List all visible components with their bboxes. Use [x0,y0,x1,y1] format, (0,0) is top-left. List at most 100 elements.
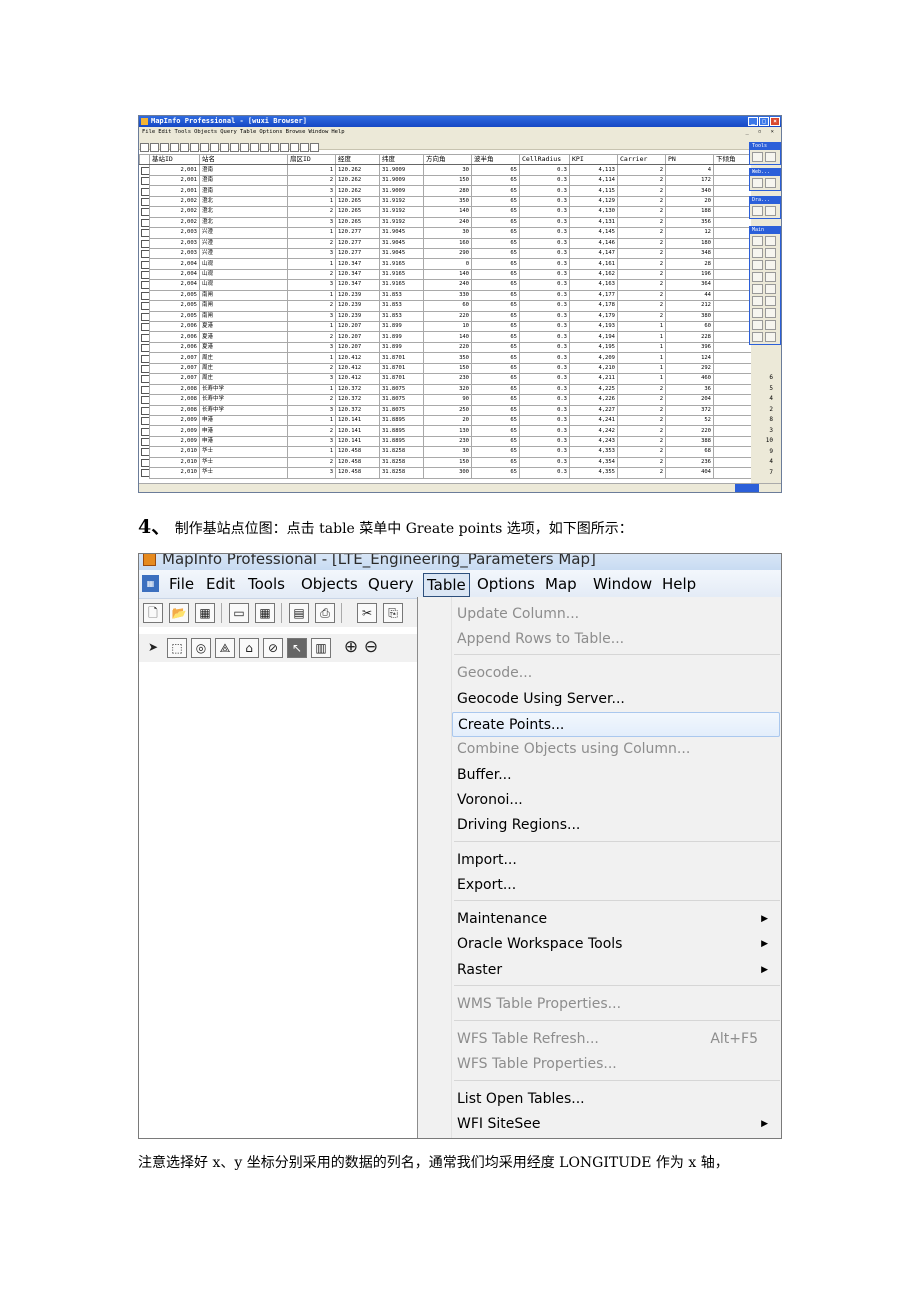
table-row[interactable]: 2,009 申港 1 120.141 31.8895 20 65 0.3 4,241 2 52 [140,414,752,427]
table-row[interactable]: 2,004 山观 2 120.347 31.9165 140 65 0.3 4,162 2 196 [140,268,752,281]
row-checkbox-icon[interactable] [140,417,150,426]
menu-item[interactable]: Objects [301,570,358,598]
menu-table-active[interactable]: Table [423,573,470,597]
tool-palette[interactable]: Tools [749,142,781,165]
table-row[interactable]: 2,007 周庄 1 120.412 31.8701 350 65 0.3 4,209 1 124 [140,352,752,364]
table-row[interactable]: 2,009 申港 3 120.141 31.8895 230 65 0.3 4,243 2 388 [140,435,752,448]
new-file-icon[interactable]: 🗋 [143,603,163,623]
row-selector[interactable] [140,342,150,353]
menu-item[interactable]: Export... [452,873,780,898]
palette-tool-icon[interactable] [765,248,776,258]
row-selector[interactable] [140,363,150,373]
table-row[interactable]: 2,005 南闸 1 120.239 31.853 330 65 0.3 4,177 2 44 [140,289,752,302]
palette-tool-icon[interactable] [752,152,763,162]
row-checkbox-icon[interactable] [140,260,150,269]
palette-tool-icon[interactable] [752,260,763,270]
table-row[interactable]: 2,004 山观 3 120.347 31.9165 240 65 0.3 4,163 2 364 [140,279,752,291]
row-selector[interactable] [140,322,150,332]
menu-item[interactable]: Geocode Using Server... [452,687,780,712]
graph-select-icon[interactable]: ▥ [311,638,331,658]
horizontal-scrollbar[interactable] [139,483,781,492]
row-checkbox-icon[interactable] [140,406,150,415]
palette-tool-icon[interactable] [765,152,776,162]
row-selector[interactable] [140,447,150,457]
row-selector[interactable] [140,165,150,175]
print-icon[interactable]: ⎙ [315,603,335,623]
palette-tool-icon[interactable] [752,332,763,342]
row-checkbox-icon[interactable] [140,239,150,248]
zoom-out-icon[interactable]: ⊖ [361,638,381,658]
row-selector[interactable] [140,468,150,478]
toolbar-button-icon[interactable] [190,143,199,152]
row-checkbox-icon[interactable] [140,385,150,394]
row-checkbox-icon[interactable] [140,396,150,405]
menu-item[interactable]: Window [593,570,652,598]
menu-item[interactable]: Help [662,570,696,598]
row-selector[interactable] [140,259,150,269]
row-checkbox-icon[interactable] [140,364,150,373]
row-checkbox-icon[interactable] [140,375,150,384]
row-checkbox-icon[interactable] [140,344,150,353]
row-checkbox-icon[interactable] [140,302,150,311]
menu-item[interactable]: Query [368,570,414,598]
menu-item[interactable]: Query [220,129,237,135]
menu-item[interactable]: File [142,129,155,135]
palette-tool-icon[interactable] [752,206,763,216]
toolbar-button-icon[interactable] [180,143,189,152]
menu-item[interactable]: WFI SiteSee ▶ [452,1112,780,1137]
menu-item[interactable]: Options [259,129,282,135]
boundary-select-icon[interactable]: ⌂ [239,638,259,658]
menu-item[interactable]: File [169,570,194,598]
row-selector[interactable] [140,269,150,280]
row-selector[interactable] [140,415,150,426]
row-checkbox-icon[interactable] [140,427,150,436]
palette-tool-icon[interactable] [765,284,776,294]
menu-item[interactable]: Window [308,129,328,135]
mdi-controls[interactable]: _ ▫ × [745,127,777,137]
table-row[interactable]: 2,002 澄北 2 120.265 31.9192 140 65 0.3 4,130 2 188 [140,206,752,218]
row-selector[interactable] [140,395,150,405]
scroll-thumb[interactable] [735,484,759,492]
row-checkbox-icon[interactable] [140,208,150,217]
row-selector[interactable] [140,332,150,342]
minimize-button[interactable]: _ [748,117,758,126]
menu-item[interactable]: Table [240,129,257,135]
toolbar-button-icon[interactable] [160,143,169,152]
palette-tool-icon[interactable] [765,272,776,282]
menu-item[interactable]: Map [545,570,577,598]
menu-item[interactable]: Voronoi... [452,788,780,813]
table-row[interactable]: 2,001 澄南 2 120.262 31.9009 150 65 0.3 4,114 2 172 [140,174,752,187]
row-checkbox-icon[interactable] [140,458,150,467]
polygon-select-icon[interactable]: ⟁ [215,638,235,658]
row-checkbox-icon[interactable] [140,250,150,259]
table-row[interactable]: 2,006 夏港 1 120.207 31.899 10 65 0.3 4,193 1 60 [140,320,752,333]
document-icon[interactable]: ▦ [142,575,159,592]
table-row[interactable]: 2,008 长寿中学 1 120.372 31.8075 320 65 0.3 4,225 2 36 [140,383,752,396]
row-selector[interactable] [140,175,150,186]
toolbar-button-icon[interactable] [250,143,259,152]
table-row[interactable]: 2,009 申港 2 120.141 31.8895 130 65 0.3 4,242 2 220 [140,425,752,437]
cut-icon[interactable]: ✂ [357,603,377,623]
toolbar-button-icon[interactable] [260,143,269,152]
palette-tool-icon[interactable] [752,296,763,306]
palette-tool-icon[interactable] [752,178,763,188]
toolbar-button-icon[interactable] [230,143,239,152]
palette-tool-icon[interactable] [752,248,763,258]
toolbar-button-icon[interactable] [170,143,179,152]
new-browser-icon[interactable]: ▤ [289,603,309,623]
table-row[interactable]: 2,010 华士 1 120.458 31.8258 30 65 0.3 4,353 2 68 [140,446,752,458]
table-row[interactable]: 2,006 夏港 2 120.207 31.899 140 65 0.3 4,194 1 228 [140,331,752,343]
copy-icon[interactable]: ⎘ [383,603,403,623]
row-checkbox-icon[interactable] [140,187,150,196]
palette-tool-icon[interactable] [765,308,776,318]
menu-item[interactable]: Driving Regions... [452,813,780,838]
row-checkbox-icon[interactable] [140,218,150,227]
menu-item[interactable]: Oracle Workspace Tools ▶ [452,932,780,957]
menu-item[interactable]: Edit [158,129,171,135]
table-row[interactable]: 2,005 南闸 2 120.239 31.853 60 65 0.3 4,178 2 212 [140,300,752,312]
create-points-menu-item[interactable]: Create Points... [452,712,780,737]
radius-select-icon[interactable]: ◎ [191,638,211,658]
toolbar-button-icon[interactable] [310,143,319,152]
table-row[interactable]: 2,010 华士 3 120.458 31.8258 300 65 0.3 4,355 2 404 [140,467,752,479]
row-selector[interactable] [140,207,150,217]
